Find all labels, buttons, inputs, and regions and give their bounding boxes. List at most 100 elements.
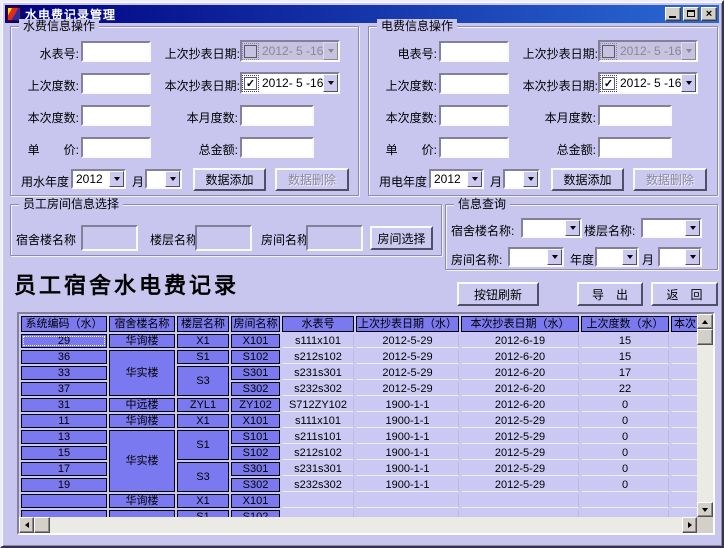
- minimize-button[interactable]: [665, 7, 681, 21]
- table-cell[interactable]: 11: [21, 414, 107, 428]
- table-cell[interactable]: [671, 462, 699, 476]
- table-cell[interactable]: 33: [21, 366, 107, 380]
- chevron-down-icon[interactable]: [547, 249, 562, 265]
- electric-add-data-button[interactable]: 数据添加: [551, 168, 624, 191]
- query-year-combo[interactable]: [595, 247, 639, 267]
- table-cell[interactable]: S1: [177, 350, 229, 364]
- vertical-scroll-thumb[interactable]: [697, 329, 713, 345]
- table-cell[interactable]: 2012-5-29: [356, 350, 459, 364]
- table-cell[interactable]: 2012-5-29: [356, 382, 459, 396]
- water-meter-input[interactable]: [81, 41, 151, 62]
- table-cell[interactable]: 2012-5-29: [461, 430, 579, 444]
- table-cell[interactable]: [671, 414, 699, 428]
- table-cell[interactable]: S302: [231, 478, 280, 492]
- table-cell[interactable]: [282, 494, 354, 508]
- table-cell[interactable]: 37: [21, 382, 107, 396]
- table-cell[interactable]: ZY102: [231, 398, 280, 412]
- title-bar[interactable]: 水电费记录管理 ×: [5, 5, 719, 23]
- table-cell[interactable]: [671, 334, 699, 348]
- table-cell[interactable]: 1900-1-1: [356, 478, 459, 492]
- table-cell[interactable]: [461, 494, 579, 508]
- table-cell[interactable]: s111x101: [282, 414, 354, 428]
- water-prev-reading-input[interactable]: [81, 73, 151, 94]
- table-cell[interactable]: [671, 366, 699, 380]
- table-cell[interactable]: 华询楼: [109, 334, 175, 348]
- table-cell[interactable]: s211s101: [282, 430, 354, 444]
- water-unit-price-input[interactable]: [81, 137, 151, 158]
- water-prev-date-checkbox[interactable]: [244, 45, 257, 58]
- table-cell[interactable]: 17: [581, 366, 669, 380]
- table-cell[interactable]: 2012-6-19: [461, 334, 579, 348]
- chevron-down-icon[interactable]: [323, 42, 338, 60]
- chevron-down-icon[interactable]: [523, 171, 538, 187]
- table-cell[interactable]: X101: [231, 414, 280, 428]
- electric-month-reading-input[interactable]: [598, 105, 672, 126]
- table-cell[interactable]: 0: [581, 414, 669, 428]
- table-cell[interactable]: [671, 430, 699, 444]
- room-select-room-input[interactable]: [306, 225, 363, 251]
- water-delete-data-button[interactable]: 数据删除: [275, 168, 349, 191]
- table-cell[interactable]: [671, 398, 699, 412]
- table-cell[interactable]: s111x101: [282, 334, 354, 348]
- table-cell[interactable]: s231s301: [282, 462, 354, 476]
- table-cell[interactable]: S102: [231, 446, 280, 460]
- electric-year-combo[interactable]: 2012: [429, 169, 484, 189]
- table-cell[interactable]: 华询楼: [109, 494, 175, 508]
- electric-month-combo[interactable]: [503, 169, 540, 189]
- table-cell[interactable]: 19: [21, 478, 107, 492]
- chevron-down-icon[interactable]: [109, 171, 124, 187]
- table-cell[interactable]: S301: [231, 366, 280, 380]
- table-cell[interactable]: 0: [581, 430, 669, 444]
- chevron-down-icon[interactable]: [467, 171, 482, 187]
- table-cell[interactable]: 华询楼: [109, 414, 175, 428]
- chevron-down-icon[interactable]: [622, 249, 637, 265]
- table-cell[interactable]: X101: [231, 334, 280, 348]
- electric-total-input[interactable]: [598, 137, 672, 158]
- chevron-down-icon[interactable]: [323, 74, 338, 92]
- water-total-input[interactable]: [240, 137, 314, 158]
- table-cell[interactable]: s212s102: [282, 350, 354, 364]
- table-cell[interactable]: X101: [231, 494, 280, 508]
- water-prev-date-picker[interactable]: 2012- 5 -16: [240, 40, 340, 62]
- water-curr-reading-input[interactable]: [81, 105, 151, 126]
- table-cell[interactable]: X1: [177, 334, 229, 348]
- table-cell[interactable]: 2012-5-29: [461, 462, 579, 476]
- table-cell[interactable]: 2012-6-20: [461, 366, 579, 380]
- water-year-combo[interactable]: 2012: [71, 169, 126, 189]
- table-cell[interactable]: X1: [177, 414, 229, 428]
- table-cell[interactable]: [21, 494, 107, 508]
- electric-unit-price-input[interactable]: [439, 137, 509, 158]
- table-cell[interactable]: 2012-5-29: [461, 414, 579, 428]
- scroll-up-button[interactable]: [697, 314, 713, 329]
- table-cell[interactable]: 29: [21, 334, 107, 348]
- electric-prev-reading-input[interactable]: [439, 73, 509, 94]
- maximize-button[interactable]: [683, 7, 699, 21]
- export-button[interactable]: 导 出: [577, 282, 643, 306]
- electric-curr-reading-input[interactable]: [439, 105, 509, 126]
- water-curr-date-picker[interactable]: ✓ 2012- 5 -16: [240, 72, 340, 94]
- query-floor-combo[interactable]: [641, 218, 702, 238]
- table-cell[interactable]: 2012-6-20: [461, 350, 579, 364]
- table-cell[interactable]: 15: [21, 446, 107, 460]
- electric-prev-date-checkbox[interactable]: [602, 45, 615, 58]
- electric-curr-date-checkbox[interactable]: ✓: [602, 77, 615, 90]
- query-month-combo[interactable]: [658, 247, 702, 267]
- query-building-combo[interactable]: [521, 218, 582, 238]
- electric-delete-data-button[interactable]: 数据删除: [633, 168, 707, 191]
- chevron-down-icon[interactable]: [685, 249, 700, 265]
- table-cell[interactable]: s232s302: [282, 382, 354, 396]
- scroll-down-button[interactable]: [697, 502, 713, 517]
- table-cell[interactable]: 华实楼: [109, 430, 175, 492]
- table-cell[interactable]: 1900-1-1: [356, 414, 459, 428]
- table-cell[interactable]: X1: [177, 494, 229, 508]
- table-cell[interactable]: S301: [231, 462, 280, 476]
- table-cell[interactable]: s232s302: [282, 478, 354, 492]
- table-cell[interactable]: S3: [177, 366, 229, 396]
- table-cell[interactable]: 1900-1-1: [356, 398, 459, 412]
- horizontal-scrollbar[interactable]: [19, 517, 697, 533]
- table-cell[interactable]: [671, 494, 699, 508]
- water-curr-date-checkbox[interactable]: ✓: [244, 77, 257, 90]
- chevron-down-icon[interactable]: [681, 74, 696, 92]
- table-cell[interactable]: [671, 350, 699, 364]
- refresh-button[interactable]: 按钮刷新: [457, 282, 539, 306]
